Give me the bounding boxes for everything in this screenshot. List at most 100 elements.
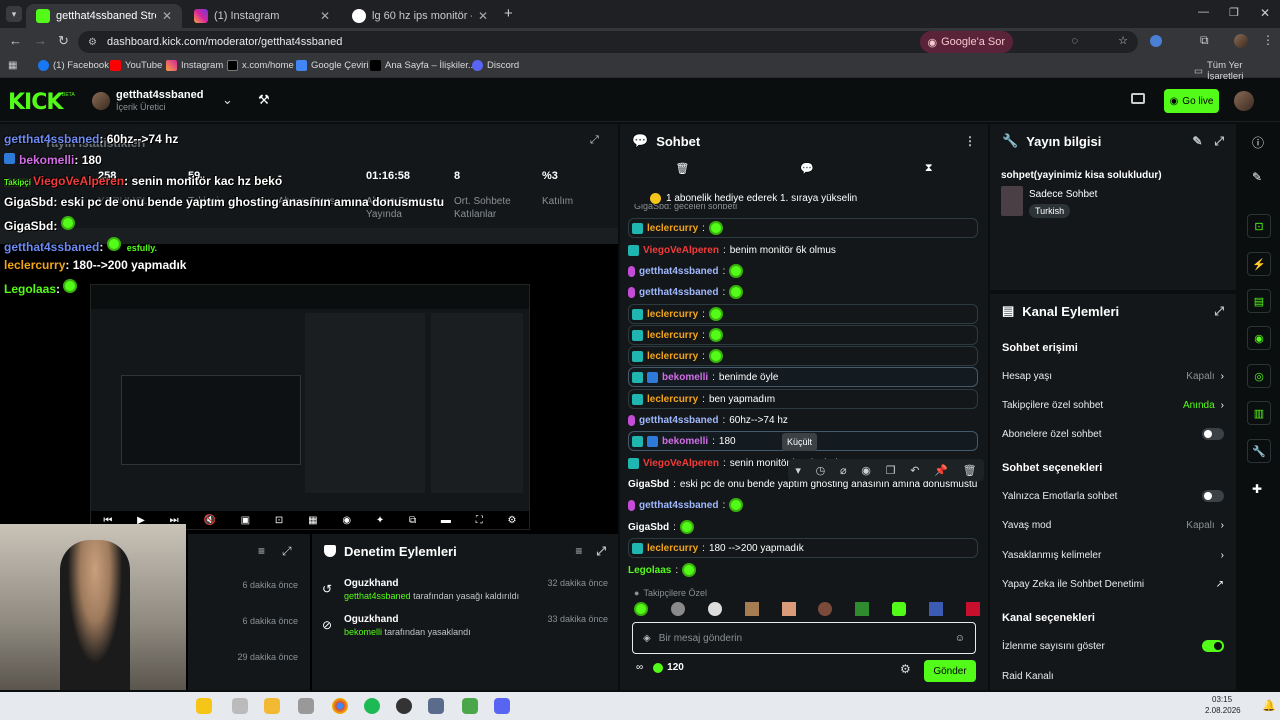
bookmark-home[interactable]: Ana Sayfa – İlişkiler... [370, 60, 476, 71]
edit-icon[interactable]: ✎ [1192, 134, 1202, 148]
emote-icon[interactable] [707, 602, 722, 616]
chat-username[interactable]: leclercurry [647, 543, 698, 554]
bookmark-translate[interactable]: Google Çeviri [296, 60, 369, 71]
filter-icon[interactable]: ≡ [575, 544, 582, 558]
tab-list-button[interactable]: ▾ [6, 6, 22, 22]
mute-icon[interactable]: 🔇 [203, 515, 215, 526]
chat-message[interactable]: leclercurry: ben yapmadım [628, 389, 978, 409]
chat-username[interactable]: GigaSbd [628, 522, 669, 533]
chat-username[interactable]: getthat4ssbaned [639, 415, 718, 426]
chat-message[interactable]: getthat4ssbaned:60hz-->74 hz [628, 410, 978, 430]
target-user[interactable]: bekomelli [344, 627, 382, 637]
chat-input[interactable]: ◈ Bir mesaj gönderin ☺ [632, 622, 976, 654]
emote-icon[interactable] [855, 602, 870, 616]
chat-username[interactable]: bekomelli [662, 372, 708, 383]
emote-icon[interactable] [818, 602, 833, 616]
subs-only-toggle[interactable] [1202, 428, 1224, 440]
channel-avatar[interactable] [92, 92, 110, 110]
expand-icon[interactable]: ⤢ [1214, 134, 1224, 149]
obs-icon[interactable] [396, 698, 412, 714]
emote-icon[interactable] [892, 602, 907, 616]
app-icon[interactable] [298, 698, 314, 714]
hammer-icon[interactable]: ⚒ [258, 92, 270, 108]
forward-icon[interactable]: → [34, 33, 47, 48]
tab-instagram[interactable]: (1) Instagram ✕ [184, 4, 340, 28]
chat-message[interactable]: getthat4ssbaned: [628, 261, 978, 281]
eye-off-icon[interactable]: ◌ [1071, 35, 1078, 47]
chat-username[interactable]: getthat4ssbaned [639, 287, 718, 298]
rail-clipboard-icon[interactable]: ▤ [1247, 289, 1271, 313]
emote-icon[interactable] [634, 602, 648, 616]
grid-icon[interactable]: ▦ [308, 515, 317, 526]
notification-icon[interactable]: 🔔 [1262, 699, 1276, 712]
chevron-down-icon[interactable]: ⌄ [222, 92, 233, 108]
chat-username[interactable]: leclercurry [647, 223, 698, 234]
send-button[interactable]: Gönder [924, 660, 976, 682]
trash-icon[interactable]: 🗑 [675, 162, 689, 182]
rail-bolt-icon[interactable]: ⚡ [1247, 252, 1271, 276]
chat-username[interactable]: ViegoVeAlperen [643, 458, 719, 469]
app-icon[interactable] [462, 698, 478, 714]
hourglass-icon[interactable]: ⧗ [925, 162, 933, 182]
go-live-button[interactable]: ◉ Go live [1164, 89, 1219, 113]
record-icon[interactable]: ◉ [342, 515, 351, 526]
pencil-icon[interactable]: ✎ [1252, 170, 1262, 184]
spotify-icon[interactable] [364, 698, 380, 714]
chat-message[interactable]: Legolaas: [628, 560, 978, 580]
chat-username[interactable]: Legolaas [628, 565, 671, 576]
tab-google[interactable]: lg 60 hz ips monitör - Google'da ✕ [342, 4, 498, 28]
tab-kick[interactable]: getthat4ssbaned Stream - Kick ✕ [26, 4, 182, 28]
chat-settings-icon[interactable]: ⚙ [900, 662, 911, 676]
camera-icon[interactable]: ▣ [241, 515, 250, 526]
all-bookmarks[interactable]: ▭ Tüm Yer İşaretleri [1194, 60, 1280, 82]
expand-icon[interactable]: ⤢ [596, 544, 606, 559]
info-icon[interactable]: ⓘ [1252, 134, 1264, 151]
undo-icon[interactable]: ↶ [910, 464, 919, 477]
chat-username[interactable]: leclercurry [647, 394, 698, 405]
chat-icon[interactable]: 💬 [800, 162, 814, 182]
discord-icon[interactable] [494, 698, 510, 714]
window-icon[interactable]: ⧉ [409, 515, 416, 526]
back-icon[interactable]: ← [9, 33, 22, 48]
kick-logo[interactable]: KICK [8, 90, 63, 115]
settings-icon[interactable]: ⚙ [507, 515, 516, 526]
expand-icon[interactable]: ⤢ [282, 544, 292, 559]
crop-icon[interactable]: ⊡ [275, 515, 283, 526]
reply-icon[interactable]: ◉ [861, 464, 871, 477]
chat-message[interactable]: getthat4ssbaned: [628, 282, 978, 302]
menu-kebab-icon[interactable]: ⋮ [964, 134, 976, 148]
app-icon[interactable] [428, 698, 444, 714]
rail-server-icon[interactable]: ▥ [1247, 401, 1271, 425]
emote-icon[interactable] [781, 602, 796, 616]
theater-mode-icon[interactable] [1131, 93, 1145, 104]
chat-username[interactable]: leclercurry [647, 309, 698, 320]
chat-message[interactable]: getthat4ssbaned: [628, 495, 978, 515]
user-avatar[interactable] [1234, 91, 1254, 111]
window-close-icon[interactable]: ✕ [1260, 6, 1270, 20]
pin-icon[interactable]: 📌 [934, 464, 948, 477]
show-viewers-toggle[interactable] [1202, 640, 1224, 652]
chat-username[interactable]: bekomelli [662, 436, 708, 447]
extensions-puzzle-icon[interactable]: ⧉ [1200, 33, 1209, 48]
bookmark-youtube[interactable]: YouTube [110, 60, 162, 71]
emote-icon[interactable] [744, 602, 759, 616]
emote-only-toggle[interactable] [1202, 490, 1224, 502]
filter-icon[interactable]: ≡ [258, 544, 265, 558]
chat-message[interactable]: ViegoVeAlperen: benim monitör 6k olmus [628, 240, 978, 260]
delete-icon[interactable]: 🗑 [963, 464, 977, 477]
bookmark-facebook[interactable]: (1) Facebook [38, 60, 109, 71]
expand-icon[interactable]: ⤢ [590, 134, 599, 147]
close-icon[interactable]: ✕ [162, 9, 172, 23]
chat-message[interactable]: leclercurry: [628, 304, 978, 324]
chat-username[interactable]: GigaSbd [628, 479, 669, 490]
file-explorer-icon[interactable] [264, 698, 280, 714]
target-user[interactable]: getthat4ssbaned [344, 591, 411, 601]
raid-row[interactable]: Raid Kanalı [1002, 662, 1224, 690]
url-bar[interactable]: ⚙ dashboard.kick.com/moderator/getthat4s… [78, 31, 1138, 53]
widgets-icon[interactable] [196, 698, 212, 714]
bookmark-x[interactable]: x.com/home [227, 60, 294, 71]
menu-kebab-icon[interactable]: ⋮ [1262, 33, 1274, 47]
highlight-icon[interactable]: ▬ [441, 515, 451, 526]
infinity-icon[interactable]: ∞ [636, 662, 643, 673]
close-icon[interactable]: ✕ [320, 9, 330, 23]
